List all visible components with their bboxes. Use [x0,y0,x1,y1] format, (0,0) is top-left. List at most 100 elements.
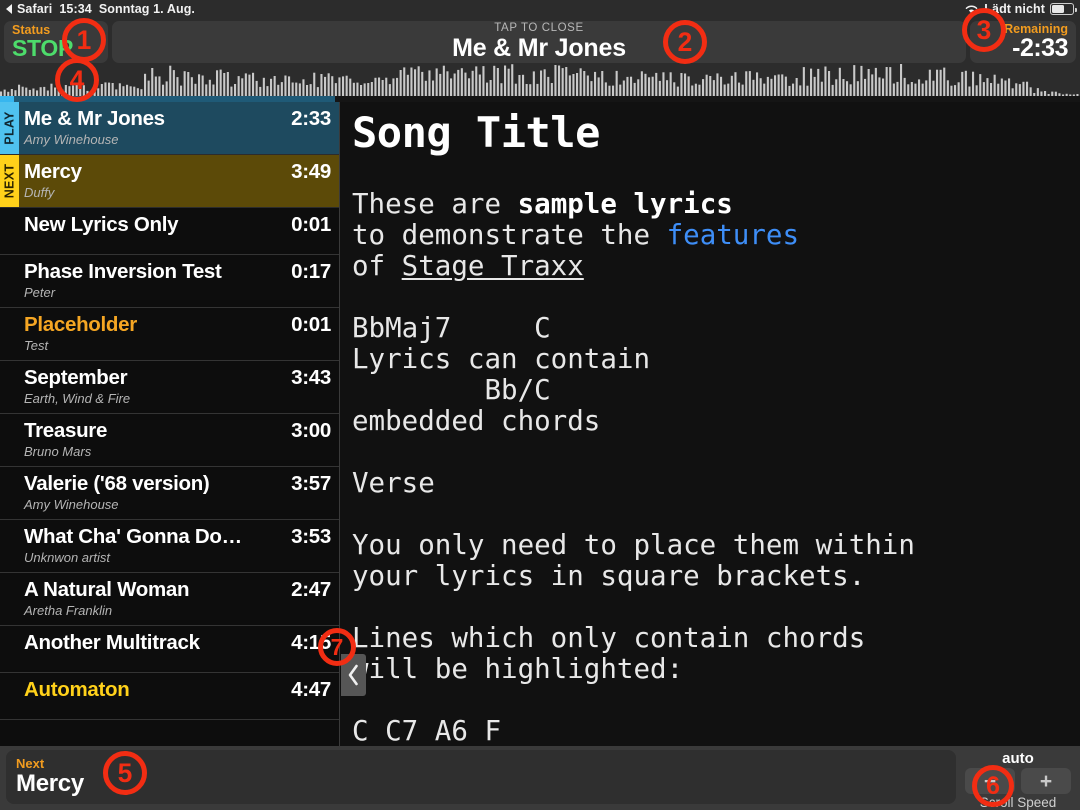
song-artist: Amy Winehouse [24,132,119,147]
lyrics-text-bold: sample lyrics [517,188,733,220]
song-row[interactable]: Automaton 4:47 [0,673,339,720]
lyrics-line-6: You only need to place them within [352,529,915,561]
song-row[interactable]: NEXT Mercy Duffy 3:49 [0,155,339,208]
song-artist: Aretha Franklin [24,603,113,618]
lyrics-line-3: of Stage Traxx [352,251,1080,282]
song-artist: Test [24,338,49,353]
song-title: Mercy [24,160,82,183]
song-row[interactable]: Treasure Bruno Mars 3:00 [0,414,339,467]
lyrics-pane[interactable]: Song Title These are sample lyrics to de… [340,102,1080,746]
lyrics-line-9: will be highlighted: [352,653,684,685]
song-artist: Duffy [24,185,55,200]
lyrics-line-5: embedded chords [352,405,601,437]
song-title: Phase Inversion Test [24,260,222,283]
song-title: Treasure [24,419,108,442]
song-row[interactable]: Placeholder Test 0:01 [0,308,339,361]
lyrics-line-1: These are sample lyrics [352,189,1080,220]
song-row[interactable]: New Lyrics Only 0:01 [0,208,339,255]
song-duration: 3:53 [291,525,331,548]
song-duration: 0:01 [291,213,331,236]
song-title: September [24,366,128,389]
ios-status-bar: Safari 15:34 Sonntag 1. Aug. Lädt nicht [0,0,1080,18]
stage-traxx-app: Safari 15:34 Sonntag 1. Aug. Lädt nicht … [0,0,1080,810]
song-duration: 3:43 [291,366,331,389]
song-title: Another Multitrack [24,631,200,654]
chevron-left-icon [348,664,358,686]
clock-label: 15:34 [59,2,92,16]
lyrics-chord-line-3: C C7 A6 F [352,715,502,747]
song-row[interactable]: Valerie ('68 version) Amy Winehouse 3:57 [0,467,339,520]
song-artist: Earth, Wind & Fire [24,391,131,406]
now-playing-panel[interactable]: TAP TO CLOSE Me & Mr Jones [112,21,966,63]
badge-label: NEXT [2,163,17,199]
waveform-scrubber[interactable] [0,64,1080,102]
song-row[interactable]: What Cha' Gonna Do… Unknwon artist 3:53 [0,520,339,573]
lyrics-text-underline: Stage Traxx [401,250,584,282]
waveform-graphic [0,64,1079,96]
date-label: Sonntag 1. Aug. [98,2,195,16]
battery-icon [1050,3,1077,15]
song-row-main: Me & Mr Jones Amy Winehouse [24,107,285,148]
song-row[interactable]: PLAY Me & Mr Jones Amy Winehouse 2:33 [0,102,339,155]
song-list[interactable]: PLAY Me & Mr Jones Amy Winehouse 2:33 NEXT Me… [0,102,340,746]
next-song-title: Mercy [16,770,84,797]
next-song-label: Next [16,756,45,771]
status-bar-left: Safari 15:34 Sonntag 1. Aug. [6,2,195,16]
scroll-speed-increase-button[interactable]: + [1021,768,1071,794]
song-row-main: What Cha' Gonna Do… Unknwon artist [24,525,285,566]
song-artist: Amy Winehouse [24,497,119,512]
bottom-bar: Next Mercy auto − + Scroll Speed [0,746,1080,810]
song-duration: 0:17 [291,260,331,283]
song-row-main: Another Multitrack [24,631,285,655]
song-row-main: Automaton [24,678,285,702]
song-row[interactable]: Phase Inversion Test Peter 0:17 [0,255,339,308]
song-row-main: Phase Inversion Test Peter [24,260,285,301]
tap-to-close-hint: TAP TO CLOSE [494,21,584,34]
song-duration: 2:33 [291,107,331,130]
song-title: Automaton [24,678,130,701]
lyrics-text-plain: of [352,250,402,282]
song-row-main: A Natural Woman Aretha Franklin [24,578,285,619]
song-row-main: Mercy Duffy [24,160,285,201]
lyrics-spacer [352,685,1080,716]
scroll-speed-value: auto [1002,750,1034,767]
lyrics-chord-line-1: BbMaj7 C [352,312,551,344]
lyrics-chord-line-2: Bb/C [352,374,551,406]
song-duration: 4:47 [291,678,331,701]
lyrics-text-plain: to demonstrate the [352,219,667,251]
song-row-main: Treasure Bruno Mars [24,419,285,460]
song-title: What Cha' Gonna Do… [24,525,242,548]
song-duration: 3:57 [291,472,331,495]
song-title: Me & Mr Jones [24,107,165,130]
lyrics-section-heading: Verse [352,467,435,499]
song-row[interactable]: A Natural Woman Aretha Franklin 2:47 [0,573,339,626]
lyrics-line-4: Lyrics can contain [352,343,651,375]
back-app-label[interactable]: Safari [17,2,52,16]
song-title: A Natural Woman [24,578,190,601]
annotation-marker-4: 4 [55,58,99,102]
lyrics-spacer [352,282,1080,313]
song-row-main: Placeholder Test [24,313,285,354]
remaining-value: -2:33 [1012,33,1068,62]
annotation-marker-3: 3 [962,8,1006,52]
lyrics-spacer [352,158,1080,189]
annotation-marker-7: 7 [318,628,356,666]
annotation-marker-6: 6 [972,765,1014,807]
lyrics-text-colored: features [666,219,800,251]
lyrics-spacer [352,499,1080,530]
lyrics-line-2: to demonstrate the features [352,220,1080,251]
song-row[interactable]: Another Multitrack 4:15 [0,626,339,673]
song-artist: Bruno Mars [24,444,92,459]
song-title: Placeholder [24,313,137,336]
badge-label: PLAY [2,111,17,145]
song-artist: Peter [24,285,56,300]
annotation-marker-2: 2 [663,20,707,64]
back-arrow-icon[interactable] [6,4,12,14]
next-song-panel[interactable]: Next Mercy [6,750,956,804]
lyrics-spacer [352,592,1080,623]
song-duration: 3:00 [291,419,331,442]
song-row[interactable]: September Earth, Wind & Fire 3:43 [0,361,339,414]
lyrics-line-7: your lyrics in square brackets. [352,560,866,592]
annotation-marker-5: 5 [103,751,147,795]
song-title: Valerie ('68 version) [24,472,210,495]
